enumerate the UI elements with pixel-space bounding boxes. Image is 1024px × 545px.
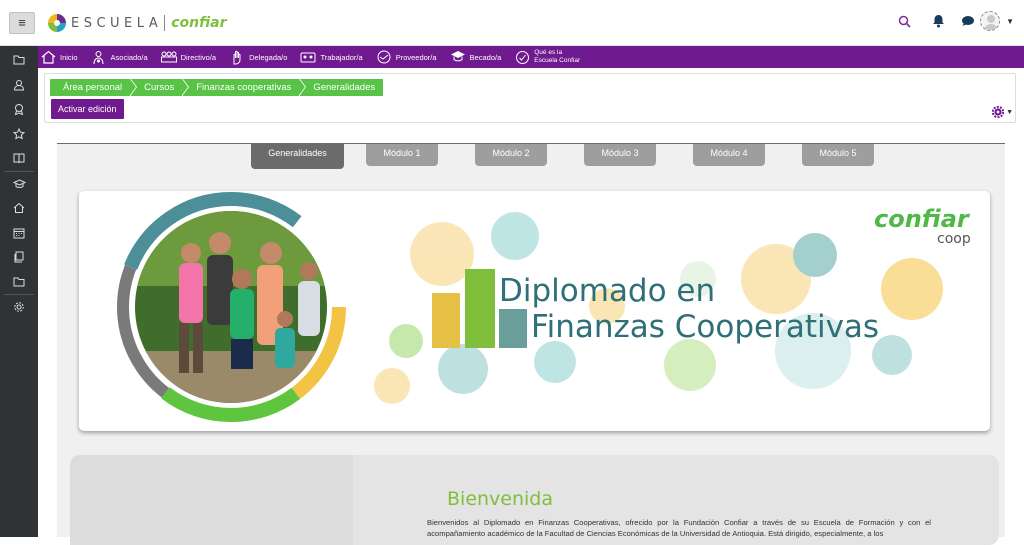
main-menu: Inicio Asociado/a Directivo/a Delegada/o… — [38, 46, 1024, 68]
user-avatar[interactable] — [980, 11, 1001, 31]
menu-label: Asociado/a — [110, 52, 148, 62]
menu-label: Proveedor/a — [395, 52, 437, 62]
module-tabs: Generalidades Módulo 1 Módulo 2 Módulo 3… — [251, 144, 911, 169]
rail-calendar-icon[interactable] — [0, 221, 38, 246]
welcome-title: Bienvenida — [447, 488, 554, 510]
rail-graduation-icon[interactable] — [0, 172, 38, 197]
rail-files-icon[interactable] — [0, 245, 38, 270]
tab-modulo-1[interactable]: Módulo 1 — [366, 144, 438, 166]
hamburger-menu-button[interactable]: ≡ — [9, 12, 35, 34]
breadcrumb-item[interactable]: Generalidades — [300, 79, 384, 96]
rail-home-icon[interactable] — [0, 196, 38, 221]
graduate-icon — [450, 49, 466, 65]
rail-star-icon[interactable] — [0, 122, 38, 147]
banner-title-line2: Finanzas Cooperativas — [531, 309, 879, 345]
welcome-text: Bienvenidos al Diplomado en Finanzas Coo… — [427, 518, 931, 538]
site-logo[interactable]: ESCUELA confiar — [48, 12, 226, 34]
menu-label-line2: Escuela Confiar — [534, 57, 581, 64]
confiar-coop-logo: confiar coop — [874, 205, 971, 247]
gear-icon — [992, 106, 1005, 118]
page-header: Área personal Cursos Finanzas cooperativ… — [44, 73, 1016, 123]
breadcrumb-item[interactable]: Cursos — [131, 79, 189, 96]
menu-label: Delegada/o — [249, 52, 288, 62]
menu-item-inicio[interactable]: Inicio — [40, 46, 78, 68]
rail-user-icon[interactable] — [0, 73, 38, 98]
rail-settings-icon[interactable] — [0, 295, 38, 320]
handshake-icon — [376, 49, 392, 65]
svg-text:confiar: confiar — [874, 205, 971, 233]
menu-item-asociado[interactable]: Asociado/a — [91, 46, 148, 68]
breadcrumb: Área personal Cursos Finanzas cooperativ… — [50, 79, 384, 96]
associate-icon — [91, 49, 107, 65]
course-settings-menu[interactable]: ▼ — [992, 106, 1013, 118]
logo-word: ESCUELA — [71, 15, 163, 31]
tab-modulo-3[interactable]: Módulo 3 — [584, 144, 656, 166]
welcome-image-area — [70, 455, 353, 545]
breadcrumb-item[interactable]: Finanzas cooperativas — [183, 79, 306, 96]
messages-icon[interactable] — [960, 13, 976, 29]
course-banner: confiar coop Diplomado en Finanzas Coope… — [79, 191, 990, 431]
rail-book-icon[interactable] — [0, 146, 38, 171]
user-tools: ▼ — [896, 11, 1014, 31]
menu-item-proveedor[interactable]: Proveedor/a — [376, 46, 437, 68]
menu-label: Directivo/a — [180, 52, 217, 62]
tab-modulo-2[interactable]: Módulo 2 — [475, 144, 547, 166]
menu-item-trabajador[interactable]: Trabajador/a — [300, 46, 363, 68]
rail-badge-icon[interactable] — [0, 97, 38, 122]
left-rail-nav — [0, 46, 38, 537]
activate-edit-button[interactable]: Activar edición — [51, 99, 124, 119]
menu-label: Becado/a — [469, 52, 502, 62]
menu-label: Inicio — [60, 52, 78, 62]
menu-item-becado[interactable]: Becado/a — [450, 46, 502, 68]
breadcrumb-item[interactable]: Área personal — [50, 79, 137, 96]
menu-label: Trabajador/a — [320, 52, 363, 62]
home-icon — [40, 49, 56, 65]
worker-icon — [300, 49, 316, 65]
banner-artwork: confiar coop Diplomado en Finanzas Coope… — [116, 192, 971, 422]
rail-folder-2-icon[interactable] — [0, 270, 38, 295]
bell-icon[interactable] — [930, 13, 946, 29]
search-icon[interactable] — [896, 13, 912, 29]
banner-title-line1: Diplomado en — [499, 273, 715, 309]
school-icon — [514, 49, 530, 65]
hand-icon — [229, 49, 245, 65]
top-navbar: ≡ ESCUELA confiar ▼ — [0, 0, 1024, 46]
svg-text:coop: coop — [937, 231, 971, 247]
course-content: Generalidades Módulo 1 Módulo 2 Módulo 3… — [57, 143, 1005, 545]
tab-modulo-5[interactable]: Módulo 5 — [802, 144, 874, 166]
logo-brand: confiar — [171, 15, 227, 31]
directors-icon — [160, 49, 177, 65]
tab-generalidades[interactable]: Generalidades — [251, 144, 344, 169]
menu-item-que-es-la-escuela[interactable]: Qué es la Escuela Confiar — [514, 46, 580, 68]
tab-modulo-4[interactable]: Módulo 4 — [693, 144, 765, 166]
menu-label-line1: Qué es la — [534, 49, 563, 56]
logo-mark-icon — [48, 14, 66, 32]
menu-item-directivo[interactable]: Directivo/a — [160, 46, 217, 68]
user-menu-caret-icon[interactable]: ▼ — [1006, 17, 1014, 26]
logo-divider — [164, 15, 166, 31]
chevron-down-icon: ▼ — [1006, 108, 1013, 116]
menu-label: Qué es la Escuela Confiar — [534, 49, 580, 65]
rail-folder-icon[interactable] — [0, 48, 38, 73]
menu-item-delegada[interactable]: Delegada/o — [229, 46, 287, 68]
